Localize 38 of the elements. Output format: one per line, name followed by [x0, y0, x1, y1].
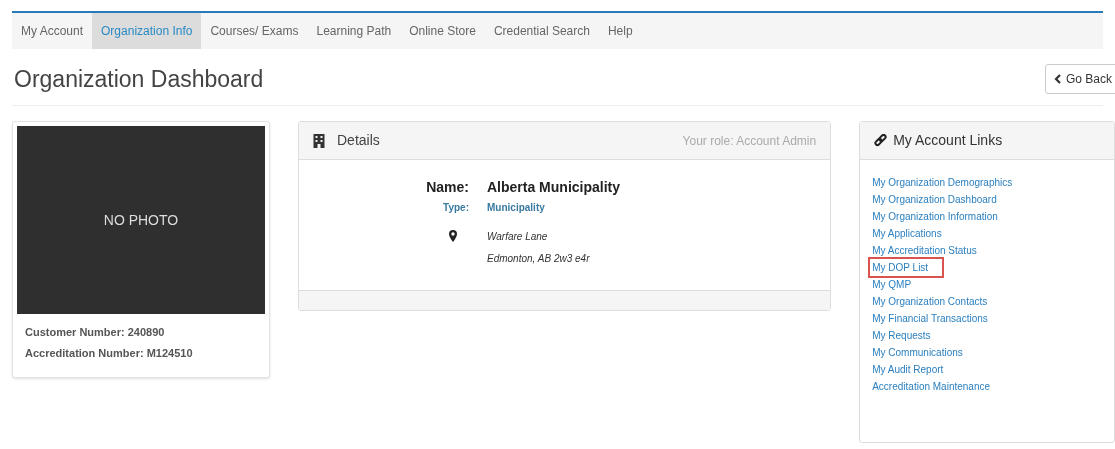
- nav-tab[interactable]: Online Store: [400, 13, 485, 49]
- name-label: Name:: [425, 178, 469, 197]
- account-link[interactable]: My Applications: [870, 225, 944, 242]
- nav-tab[interactable]: Learning Path: [307, 13, 401, 49]
- account-link[interactable]: My Accreditation Status: [870, 242, 979, 259]
- account-link[interactable]: My DOP List: [870, 259, 943, 276]
- account-link[interactable]: My Communications: [870, 344, 965, 361]
- nav-tab[interactable]: Help: [598, 13, 642, 49]
- page-title: Organization Dashboard: [14, 64, 264, 94]
- panel-title: Details: [337, 131, 380, 150]
- organization-name: Alberta Municipality: [487, 178, 622, 197]
- type-label: Type:: [442, 201, 469, 215]
- address-line: Warfare Lane: [487, 230, 549, 244]
- nav-tab[interactable]: Credential Search: [484, 13, 599, 49]
- chevron-left-icon: [1053, 74, 1062, 84]
- role-text: Your role: Account Admin: [682, 132, 817, 150]
- account-link[interactable]: My Organization Demographics: [870, 174, 1015, 191]
- accreditation-number: Accreditation Number: M124510: [25, 345, 194, 361]
- map-pin-icon: [449, 230, 457, 242]
- customer-number: Customer Number: 240890: [25, 325, 166, 340]
- panel-title: My Account Links: [893, 131, 1003, 150]
- nav-tab[interactable]: Organization Info: [92, 13, 202, 49]
- type-value: Municipality: [487, 201, 546, 215]
- building-icon: [313, 133, 325, 148]
- account-link[interactable]: My Organization Contacts: [870, 293, 990, 310]
- link-icon: [874, 134, 888, 147]
- nav-tab[interactable]: My Account: [12, 13, 93, 49]
- address-line: Edmonton, AB 2w3 e4r: [487, 252, 591, 266]
- no-photo-text: NO PHOTO: [103, 210, 179, 230]
- account-link[interactable]: My Organization Dashboard: [870, 191, 999, 208]
- account-link[interactable]: My Requests: [870, 327, 933, 344]
- nav-tab[interactable]: Courses/ Exams: [201, 13, 308, 49]
- account-link[interactable]: My QMP: [870, 276, 914, 293]
- go-back-button[interactable]: Go Back: [1044, 64, 1115, 94]
- account-link[interactable]: My Audit Report: [870, 361, 946, 378]
- account-link[interactable]: My Financial Transactions: [870, 310, 990, 327]
- account-link[interactable]: My Organization Information: [870, 208, 1000, 225]
- account-link[interactable]: Accreditation Maintenance: [870, 378, 993, 395]
